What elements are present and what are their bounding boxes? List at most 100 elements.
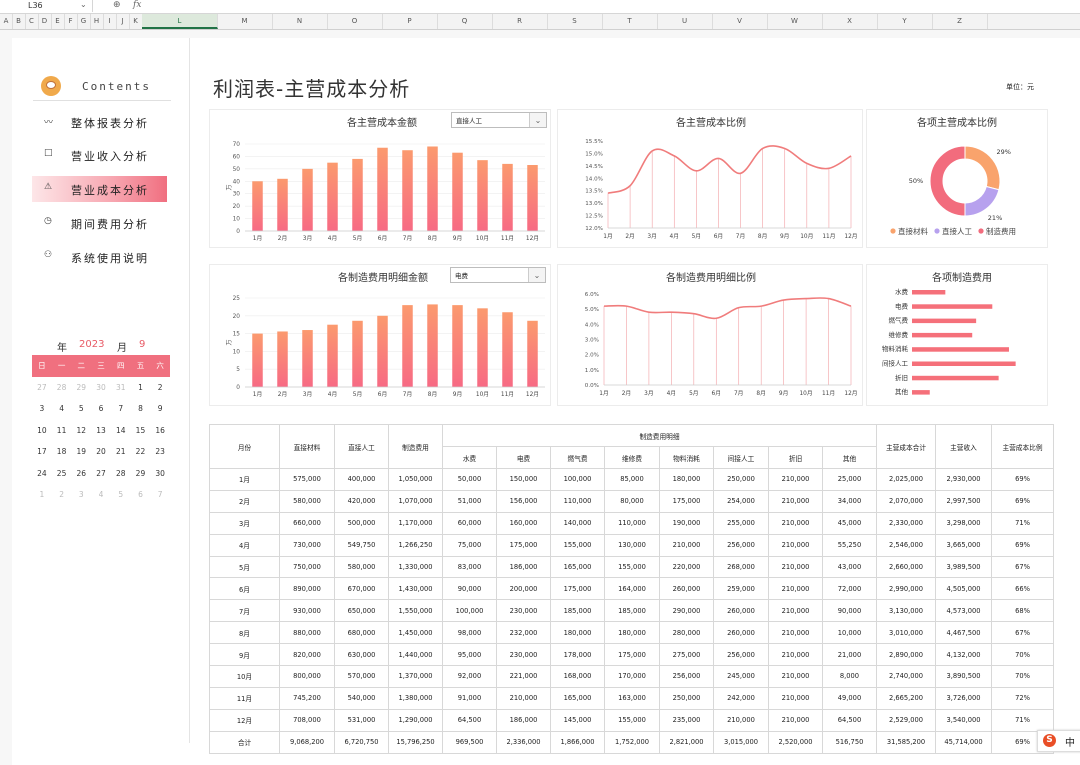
table-cell[interactable]: 43,000	[822, 555, 877, 579]
table-cell[interactable]: 210,000	[768, 577, 823, 601]
name-box[interactable]: L36 ⌄	[0, 0, 93, 12]
function-icon[interactable]: fx	[133, 0, 141, 10]
calendar-day[interactable]: 25	[52, 463, 72, 485]
column-header-g[interactable]: G	[77, 14, 91, 29]
table-cell[interactable]: 175,000	[659, 489, 714, 513]
table-cell[interactable]: 70%	[991, 643, 1054, 667]
table-cell[interactable]: 165,000	[550, 555, 605, 579]
table-cell[interactable]: 890,000	[279, 577, 335, 601]
table-cell[interactable]: 210,000	[768, 599, 823, 623]
table-cell[interactable]: 232,000	[496, 621, 551, 645]
table-cell[interactable]: 3,989,500	[935, 555, 992, 579]
table-cell[interactable]: 516,750	[822, 730, 877, 754]
column-header-f[interactable]: F	[64, 14, 78, 29]
table-cell[interactable]: 210,000	[768, 489, 823, 513]
table-cell[interactable]: 930,000	[279, 599, 335, 623]
table-cell[interactable]: 31,585,200	[876, 730, 936, 754]
table-cell[interactable]: 164,000	[604, 577, 660, 601]
table-cell[interactable]: 1,170,000	[388, 511, 443, 535]
table-cell[interactable]: 650,000	[334, 599, 389, 623]
table-cell[interactable]: 200,000	[496, 577, 551, 601]
table-cell[interactable]: 2月	[209, 489, 280, 513]
table-cell[interactable]: 64,500	[822, 708, 877, 732]
calendar-day[interactable]: 10	[32, 420, 52, 442]
calendar-day[interactable]: 14	[111, 420, 131, 442]
table-cell[interactable]: 175,000	[550, 577, 605, 601]
calendar-day[interactable]: 9	[150, 398, 170, 420]
table-cell[interactable]: 235,000	[659, 708, 714, 732]
table-cell[interactable]: 51,000	[442, 489, 497, 513]
column-header-j[interactable]: J	[116, 14, 130, 29]
table-cell[interactable]: 92,000	[442, 665, 497, 688]
column-header-u[interactable]: U	[657, 14, 713, 29]
calendar-day[interactable]: 8	[131, 398, 151, 420]
table-cell[interactable]: 12月	[209, 708, 280, 732]
table-cell[interactable]: 69%	[991, 468, 1054, 491]
table-cell[interactable]: 3,298,000	[935, 511, 992, 535]
table-cell[interactable]: 5月	[209, 555, 280, 579]
table-cell[interactable]: 3,015,000	[713, 730, 769, 754]
table-cell[interactable]: 230,000	[496, 643, 551, 667]
table-cell[interactable]: 1,430,000	[388, 577, 443, 601]
table-cell[interactable]: 6,720,750	[334, 730, 389, 754]
table-cell[interactable]: 420,000	[334, 489, 389, 513]
calendar-day[interactable]: 6	[131, 484, 151, 506]
table-cell[interactable]: 1,752,000	[604, 730, 660, 754]
table-cell[interactable]: 8月	[209, 621, 280, 645]
table-cell[interactable]: 4,505,000	[935, 577, 992, 601]
table-cell[interactable]: 250,000	[659, 686, 714, 710]
table-cell[interactable]: 730,000	[279, 533, 335, 557]
column-header-q[interactable]: Q	[437, 14, 493, 29]
calendar-day[interactable]: 28	[111, 463, 131, 485]
column-header-b[interactable]: B	[12, 14, 26, 29]
column-header-s[interactable]: S	[547, 14, 603, 29]
table-cell[interactable]: 254,000	[713, 489, 769, 513]
table-cell[interactable]: 221,000	[496, 665, 551, 688]
column-header-d[interactable]: D	[38, 14, 52, 29]
table-cell[interactable]: 70%	[991, 665, 1054, 688]
table-cell[interactable]: 255,000	[713, 511, 769, 535]
table-cell[interactable]: 3,130,000	[876, 599, 936, 623]
table-cell[interactable]: 260,000	[713, 599, 769, 623]
table-cell[interactable]: 2,740,000	[876, 665, 936, 688]
calendar-day[interactable]: 24	[32, 463, 52, 485]
table-cell[interactable]: 72%	[991, 686, 1054, 710]
table-cell[interactable]: 268,000	[713, 555, 769, 579]
column-header-v[interactable]: V	[712, 14, 768, 29]
table-cell[interactable]: 1,450,000	[388, 621, 443, 645]
table-cell[interactable]: 2,890,000	[876, 643, 936, 667]
table-cell[interactable]: 67%	[991, 621, 1054, 645]
table-cell[interactable]: 4,132,000	[935, 643, 992, 667]
table-cell[interactable]: 45,714,000	[935, 730, 992, 754]
column-header-t[interactable]: T	[602, 14, 658, 29]
table-cell[interactable]: 165,000	[550, 686, 605, 710]
table-cell[interactable]: 190,000	[659, 511, 714, 535]
table-cell[interactable]: 549,750	[334, 533, 389, 557]
calendar-day[interactable]: 4	[52, 398, 72, 420]
table-cell[interactable]: 100,000	[442, 599, 497, 623]
table-cell[interactable]: 580,000	[334, 555, 389, 579]
table-cell[interactable]: 155,000	[604, 708, 660, 732]
table-cell[interactable]: 9月	[209, 643, 280, 667]
table-cell[interactable]: 80,000	[604, 489, 660, 513]
table-cell[interactable]: 68%	[991, 599, 1054, 623]
table-cell[interactable]: 145,000	[550, 708, 605, 732]
nav-item-revenue[interactable]: □ 营业收入分析	[32, 142, 167, 168]
table-cell[interactable]: 98,000	[442, 621, 497, 645]
table-cell[interactable]: 4月	[209, 533, 280, 557]
table-cell[interactable]: 140,000	[550, 511, 605, 535]
table-cell[interactable]: 1,290,000	[388, 708, 443, 732]
table-cell[interactable]: 4,467,500	[935, 621, 992, 645]
table-cell[interactable]: 2,025,000	[876, 468, 936, 491]
table-cell[interactable]: 1,550,000	[388, 599, 443, 623]
table-cell[interactable]: 3,726,000	[935, 686, 992, 710]
table-cell[interactable]: 67%	[991, 555, 1054, 579]
table-cell[interactable]: 500,000	[334, 511, 389, 535]
table-cell[interactable]: 280,000	[659, 621, 714, 645]
column-header-m[interactable]: M	[217, 14, 273, 29]
table-cell[interactable]: 250,000	[713, 468, 769, 491]
table-cell[interactable]: 9,068,200	[279, 730, 335, 754]
calendar-day[interactable]: 3	[71, 484, 91, 506]
column-header-w[interactable]: W	[767, 14, 823, 29]
table-cell[interactable]: 185,000	[550, 599, 605, 623]
